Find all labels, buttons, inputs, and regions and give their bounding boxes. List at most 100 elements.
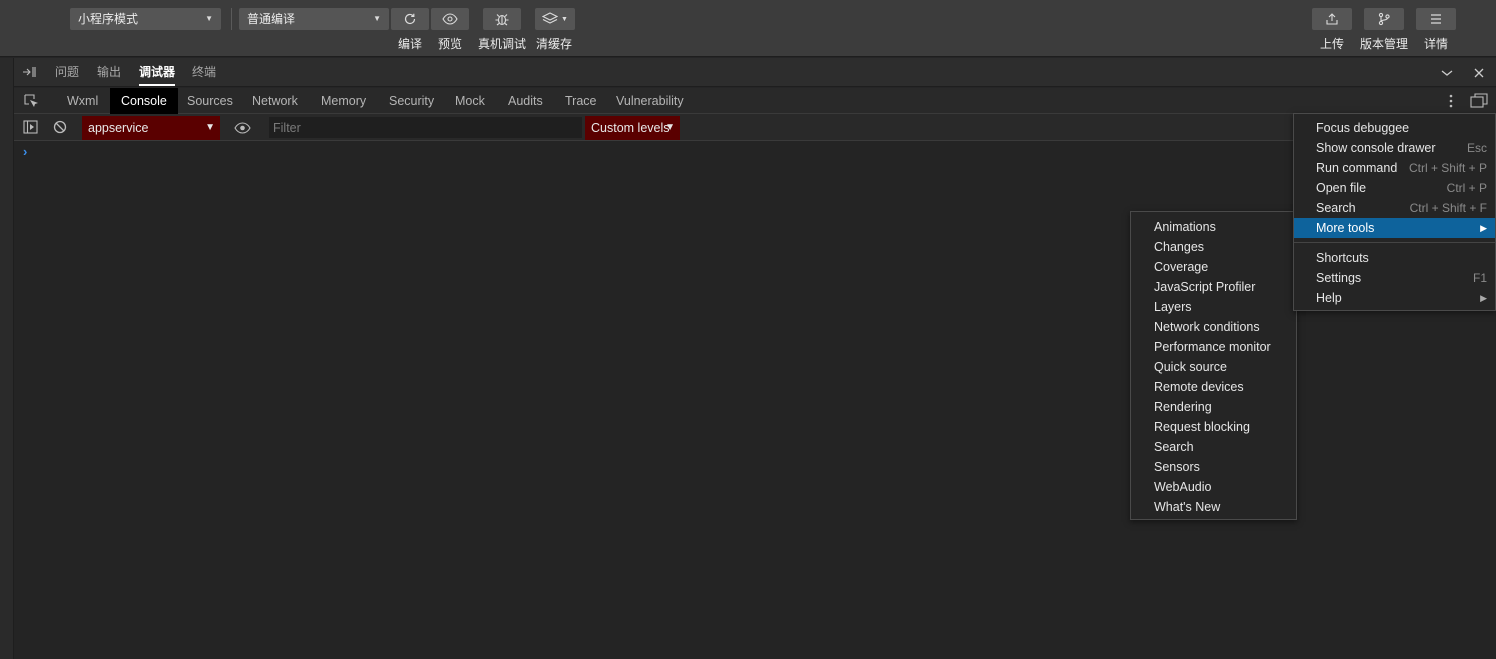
upload-button[interactable]: [1312, 8, 1352, 30]
menu-item-label: Settings: [1316, 271, 1362, 285]
menu-item-request-blocking[interactable]: Request blocking: [1131, 417, 1296, 437]
tab-mock[interactable]: Mock: [455, 88, 485, 114]
device-debug-button[interactable]: [483, 8, 521, 30]
undock-icon[interactable]: [1470, 93, 1488, 111]
close-icon[interactable]: [1474, 67, 1484, 81]
dock-toggle-icon[interactable]: [22, 66, 36, 81]
chevron-down-icon[interactable]: [1441, 67, 1453, 81]
menu-item-label: Search: [1316, 201, 1356, 215]
clear-cache-button[interactable]: ▼: [535, 8, 575, 30]
menu-item-remote-devices[interactable]: Remote devices: [1131, 377, 1296, 397]
menu-item-performance-monitor[interactable]: Performance monitor: [1131, 337, 1296, 357]
menu-item-help[interactable]: Help ▶: [1294, 288, 1495, 308]
chevron-down-icon: ▼: [561, 15, 568, 23]
context-select-value: appservice: [88, 121, 149, 135]
menu-item-shortcut: Ctrl + P: [1446, 181, 1487, 195]
context-select[interactable]: appservice ▼: [82, 116, 220, 140]
menu-item-label: Focus debuggee: [1316, 121, 1410, 135]
tab-vulnerability[interactable]: Vulnerability: [616, 88, 684, 114]
menu-item-label: Shortcuts: [1316, 251, 1369, 265]
tab-debugger[interactable]: 调试器: [139, 58, 176, 86]
menu-item-changes[interactable]: Changes: [1131, 237, 1296, 257]
chevron-down-icon: ▼: [205, 122, 215, 133]
clear-console-icon[interactable]: [53, 120, 67, 137]
preview-button[interactable]: [431, 8, 469, 30]
menu-item-shortcut: Esc: [1466, 141, 1487, 155]
menu-item-label: Run command: [1316, 161, 1398, 175]
submenu-arrow-icon: ▶: [1480, 223, 1487, 233]
menu-item-search[interactable]: Search Ctrl + Shift + F: [1294, 198, 1495, 218]
menu-item-label: Show console drawer: [1316, 141, 1436, 155]
tab-network[interactable]: Network: [252, 88, 298, 114]
top-toolbar: 小程序模式 ▼ 普通编译 ▼ 编译 预览 真机调试 ▼ 清缓存 上传 版本管理 …: [0, 0, 1496, 57]
menu-item-settings[interactable]: Settings F1: [1294, 268, 1495, 288]
devtools-tab-bar: Wxml Console Sources Network Memory Secu…: [14, 88, 1496, 114]
tab-problems[interactable]: 问题: [55, 58, 79, 86]
menu-item-focus-debuggee[interactable]: Focus debuggee: [1294, 118, 1495, 138]
compile-select[interactable]: 普通编译 ▼: [239, 8, 389, 30]
tab-memory[interactable]: Memory: [321, 88, 366, 114]
log-levels-value: Custom levels: [591, 121, 670, 135]
menu-item-label: Open file: [1316, 181, 1367, 195]
mode-select[interactable]: 小程序模式 ▼: [70, 8, 221, 30]
tab-trace[interactable]: Trace: [565, 88, 597, 114]
menu-item-quick-source[interactable]: Quick source: [1131, 357, 1296, 377]
menu-item-whats-new[interactable]: What's New: [1131, 497, 1296, 517]
menu-item-show-console-drawer[interactable]: Show console drawer Esc: [1294, 138, 1495, 158]
bug-icon: [495, 14, 509, 26]
preview-label: 预览: [438, 37, 463, 51]
compile-select-value: 普通编译: [247, 12, 296, 26]
menu-item-shortcut: Ctrl + Shift + P: [1408, 161, 1487, 175]
eye-icon: [442, 13, 458, 25]
tab-console[interactable]: Console: [110, 88, 178, 114]
menu-item-open-file[interactable]: Open file Ctrl + P: [1294, 178, 1495, 198]
menu-item-run-command[interactable]: Run command Ctrl + Shift + P: [1294, 158, 1495, 178]
menu-item-layers[interactable]: Layers: [1131, 297, 1296, 317]
chevron-down-icon: ▼: [665, 122, 675, 133]
console-prompt-icon: ›: [23, 144, 28, 159]
kebab-menu-icon[interactable]: [1449, 93, 1453, 112]
menu-item-rendering[interactable]: Rendering: [1131, 397, 1296, 417]
menu-item-sensors[interactable]: Sensors: [1131, 457, 1296, 477]
refresh-icon: [404, 13, 416, 25]
console-toolbar: appservice ▼ Custom levels ▼: [14, 114, 1496, 141]
menu-item-shortcut: F1: [1472, 271, 1487, 285]
upload-label: 上传: [1320, 37, 1345, 51]
menu-item-more-tools[interactable]: More tools ▶: [1294, 218, 1495, 238]
panel-tab-bar: 问题 输出 调试器 终端: [14, 58, 1496, 87]
sidebar-toggle-icon[interactable]: [23, 120, 38, 137]
details-button[interactable]: [1416, 8, 1456, 30]
chevron-down-icon: ▼: [205, 14, 213, 23]
menu-item-animations[interactable]: Animations: [1131, 217, 1296, 237]
menu-item-coverage[interactable]: Coverage: [1131, 257, 1296, 277]
left-gutter: [0, 58, 14, 659]
menu-item-label: Help: [1316, 291, 1342, 305]
tab-wxml[interactable]: Wxml: [67, 88, 98, 114]
clear-cache-label: 清缓存: [536, 37, 573, 51]
log-levels-select[interactable]: Custom levels ▼: [585, 116, 680, 140]
tab-output[interactable]: 输出: [97, 58, 121, 86]
menu-item-network-conditions[interactable]: Network conditions: [1131, 317, 1296, 337]
tab-sources[interactable]: Sources: [187, 88, 233, 114]
menu-icon: [1431, 14, 1441, 24]
live-expression-eye-icon[interactable]: [234, 122, 251, 137]
filter-input[interactable]: [269, 117, 582, 138]
device-debug-label: 真机调试: [478, 37, 527, 51]
tab-audits[interactable]: Audits: [508, 88, 543, 114]
inspect-element-icon[interactable]: [24, 94, 39, 112]
compile-label: 编译: [398, 37, 423, 51]
version-manage-label: 版本管理: [1360, 37, 1409, 51]
menu-item-shortcuts[interactable]: Shortcuts: [1294, 248, 1495, 268]
menu-item-javascript-profiler[interactable]: JavaScript Profiler: [1131, 277, 1296, 297]
menu-item-search[interactable]: Search: [1131, 437, 1296, 457]
version-manage-button[interactable]: [1364, 8, 1404, 30]
details-label: 详情: [1424, 37, 1449, 51]
mode-select-value: 小程序模式: [78, 12, 139, 26]
tab-security[interactable]: Security: [389, 88, 434, 114]
menu-item-label: More tools: [1316, 221, 1375, 235]
tab-terminal[interactable]: 终端: [192, 58, 216, 86]
menu-item-webaudio[interactable]: WebAudio: [1131, 477, 1296, 497]
layers-icon: [542, 12, 559, 24]
menu-divider: [1294, 242, 1495, 243]
compile-button[interactable]: [391, 8, 429, 30]
